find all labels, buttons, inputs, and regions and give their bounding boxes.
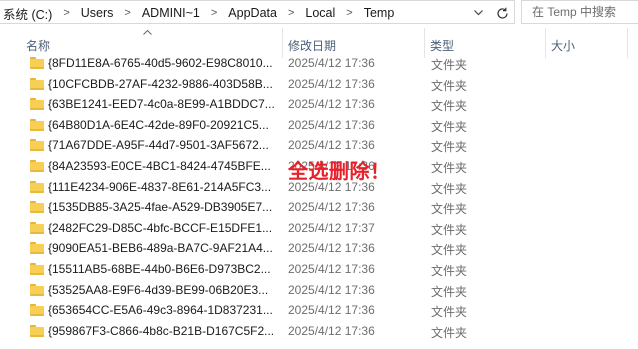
search-input[interactable] [522, 5, 638, 19]
column-header-size[interactable]: 大小 [551, 37, 575, 54]
file-row[interactable]: {15511AB5-68BE-44b0-B6E6-D973BC2... 2025/… [0, 259, 638, 280]
file-row[interactable]: {53525AA8-E9F6-4d39-BE99-06B20E3... 2025/… [0, 280, 638, 301]
file-name: {959867F3-C866-4b8c-B21B-D167C5F2... [48, 323, 275, 338]
breadcrumb-separator-icon[interactable]: > [115, 7, 139, 19]
file-name: {53525AA8-E9F6-4d39-BE99-06B20E3... [48, 282, 269, 297]
file-type: 文件夹 [431, 284, 468, 299]
file-modified-date: 2025/4/12 17:36 [288, 323, 375, 338]
folder-icon [30, 180, 44, 193]
breadcrumb-appdata[interactable]: AppData [226, 6, 279, 20]
breadcrumb-temp[interactable]: Temp [362, 6, 397, 20]
file-row[interactable]: {1535DB85-3A25-4fae-A529-DB3905E7... 2025… [0, 197, 638, 218]
column-header-name[interactable]: 名称 [26, 37, 50, 54]
file-name: {1535DB85-3A25-4fae-A529-DB3905E7... [48, 200, 273, 215]
breadcrumb-separator-icon[interactable]: > [337, 7, 361, 19]
folder-icon [30, 57, 44, 69]
file-type: 文件夹 [431, 119, 468, 134]
file-type: 文件夹 [431, 305, 468, 320]
file-modified-date: 2025/4/12 17:36 [288, 200, 375, 215]
file-modified-date: 2025/4/12 17:36 [288, 282, 375, 297]
file-type: 文件夹 [431, 243, 468, 258]
folder-icon [30, 201, 44, 214]
folder-icon [30, 324, 44, 337]
file-row[interactable]: {10CFCBDB-27AF-4232-9886-403D58B... 2025/… [0, 74, 638, 95]
file-type: 文件夹 [431, 325, 468, 340]
column-header-modified[interactable]: 修改日期 [288, 37, 336, 54]
file-modified-date: 2025/4/12 17:36 [288, 261, 375, 276]
file-modified-date: 2025/4/12 17:36 [288, 138, 375, 153]
file-row[interactable]: {2482FC29-D85C-4bfc-BCCF-E15DFE1... 2025/… [0, 218, 638, 239]
breadcrumb: 系统 (C:) > Users > ADMINI~1 > AppData > L… [1, 1, 396, 25]
file-name: {2482FC29-D85C-4bfc-BCCF-E15DFE1... [48, 220, 273, 235]
file-modified-date: 2025/4/12 17:36 [288, 97, 375, 112]
file-name: {8FD11E8A-6765-40d5-9602-E98C8010... [48, 56, 273, 70]
file-row[interactable]: {63BE1241-EED7-4c0a-8E99-A1BDDC7... 2025/… [0, 94, 638, 115]
file-row[interactable]: {959867F3-C866-4b8c-B21B-D167C5F2... 2025… [0, 321, 638, 342]
folder-icon [30, 139, 44, 152]
file-modified-date: 2025/4/12 17:36 [288, 241, 375, 256]
file-name: {10CFCBDB-27AF-4232-9886-403D58B... [48, 76, 273, 91]
breadcrumb-separator-icon[interactable]: > [202, 7, 226, 19]
column-header-type[interactable]: 类型 [430, 37, 454, 54]
file-name: {9090EA51-BEB6-489a-BA7C-9AF21A4... [48, 241, 273, 256]
file-name: {111E4234-906E-4837-8E61-214A5FC3... [48, 179, 272, 194]
file-type: 文件夹 [431, 99, 468, 114]
file-type: 文件夹 [431, 181, 468, 196]
breadcrumb-separator-icon[interactable]: > [54, 7, 78, 19]
chevron-down-icon[interactable] [469, 1, 487, 25]
breadcrumb-drive[interactable]: 系统 (C:) [1, 4, 54, 23]
annotation-text: 全选删除！ [288, 159, 391, 183]
address-bar-container: 系统 (C:) > Users > ADMINI~1 > AppData > L… [0, 0, 638, 26]
breadcrumb-local[interactable]: Local [303, 6, 337, 20]
file-list: {8FD11E8A-6765-40d5-9602-E98C8010... 2025… [0, 53, 638, 341]
sort-ascending-icon [143, 27, 152, 37]
file-modified-date: 2025/4/12 17:36 [288, 117, 375, 132]
file-type: 文件夹 [431, 160, 468, 175]
file-type: 文件夹 [431, 263, 468, 278]
address-bar[interactable]: 系统 (C:) > Users > ADMINI~1 > AppData > L… [0, 0, 515, 24]
file-name: {64B80D1A-6E4C-42de-89F0-20921C5... [48, 117, 269, 132]
file-type: 文件夹 [431, 202, 468, 217]
search-box[interactable] [521, 0, 638, 24]
file-row[interactable]: {8FD11E8A-6765-40d5-9602-E98C8010... 2025… [0, 53, 638, 74]
file-name: {653654CC-E5A6-49c3-8964-1D837231... [48, 303, 273, 318]
file-row[interactable]: {9090EA51-BEB6-489a-BA7C-9AF21A4... 2025/… [0, 238, 638, 259]
file-type: 文件夹 [431, 222, 468, 237]
breadcrumb-separator-icon[interactable]: > [279, 7, 303, 19]
folder-icon [30, 159, 44, 172]
file-name: {71A67DDE-A95F-44d7-9501-3AF5672... [48, 138, 269, 153]
file-modified-date: 2025/4/12 17:36 [288, 76, 375, 91]
breadcrumb-admini[interactable]: ADMINI~1 [140, 6, 202, 20]
folder-icon [30, 221, 44, 234]
file-type: 文件夹 [431, 140, 468, 155]
folder-icon [30, 242, 44, 255]
folder-icon [30, 262, 44, 275]
file-name: {63BE1241-EED7-4c0a-8E99-A1BDDC7... [48, 97, 275, 112]
file-modified-date: 2025/4/12 17:36 [288, 56, 375, 70]
file-type: 文件夹 [431, 78, 468, 93]
file-name: {84A23593-E0CE-4BC1-8424-4745BFE... [48, 158, 271, 173]
file-modified-date: 2025/4/12 17:37 [288, 220, 375, 235]
file-row[interactable]: {64B80D1A-6E4C-42de-89F0-20921C5... 2025/… [0, 115, 638, 136]
folder-icon [30, 118, 44, 131]
file-row[interactable]: {71A67DDE-A95F-44d7-9501-3AF5672... 2025/… [0, 135, 638, 156]
file-type: 文件夹 [431, 58, 468, 72]
file-row[interactable]: {653654CC-E5A6-49c3-8964-1D837231... 2025… [0, 300, 638, 321]
folder-icon [30, 98, 44, 111]
folder-icon [30, 283, 44, 296]
refresh-icon[interactable] [491, 1, 513, 25]
folder-icon [30, 304, 44, 317]
file-modified-date: 2025/4/12 17:36 [288, 303, 375, 318]
breadcrumb-users[interactable]: Users [79, 6, 116, 20]
file-name: {15511AB5-68BE-44b0-B6E6-D973BC2... [48, 261, 271, 276]
folder-icon [30, 77, 44, 90]
